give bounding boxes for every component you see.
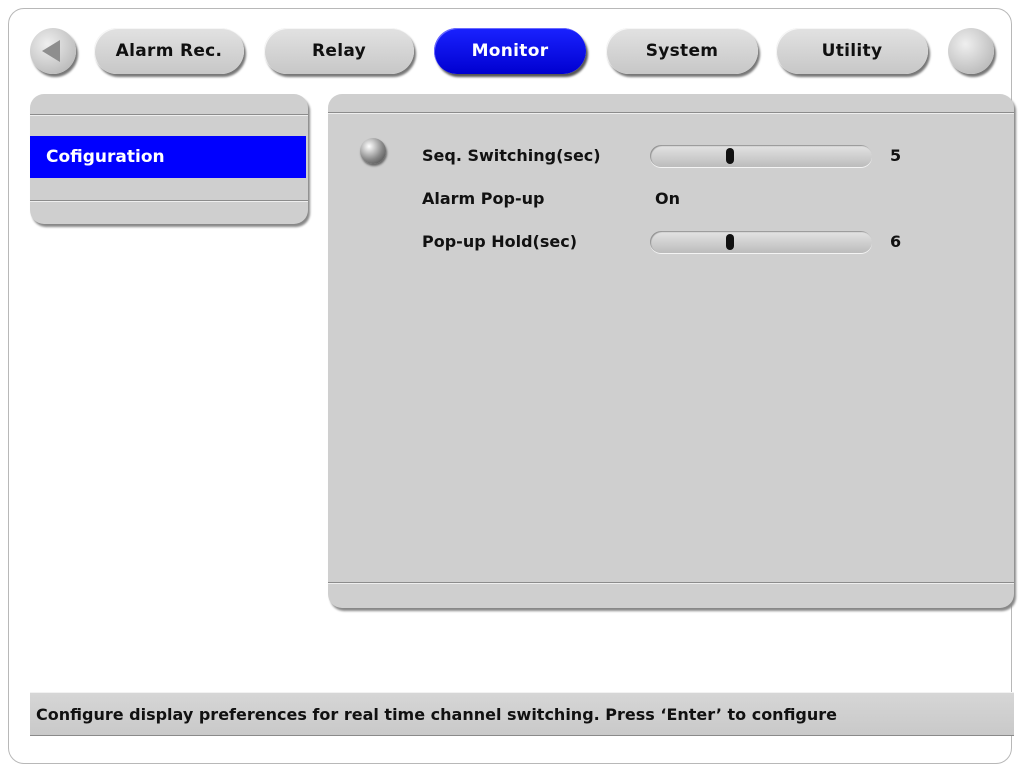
- forward-button[interactable]: [948, 28, 994, 74]
- submenu-panel: Cofiguration: [30, 94, 308, 224]
- divider: [30, 200, 308, 202]
- alarm-popup-value[interactable]: On: [655, 189, 680, 208]
- settings-panel: Seq. Switching(sec) 5 Alarm Pop-up On Po…: [328, 94, 1014, 608]
- divider: [30, 114, 308, 116]
- popup-hold-slider[interactable]: [650, 231, 872, 253]
- tab-utility[interactable]: Utility: [776, 28, 928, 74]
- status-bar: Configure display preferences for real t…: [30, 692, 1014, 736]
- popup-hold-label[interactable]: Pop-up Hold(sec): [422, 232, 577, 251]
- tab-monitor[interactable]: Monitor: [434, 28, 586, 74]
- status-message: Configure display preferences for real t…: [36, 704, 838, 724]
- seq-switching-value: 5: [890, 146, 902, 165]
- popup-hold-value: 6: [890, 232, 902, 251]
- tab-system[interactable]: System: [606, 28, 758, 74]
- selection-bullet-icon: [360, 138, 386, 164]
- menu-item-configuration[interactable]: Cofiguration: [30, 136, 306, 178]
- seq-switching-label[interactable]: Seq. Switching(sec): [422, 146, 601, 165]
- slider-thumb[interactable]: [725, 234, 734, 250]
- back-button[interactable]: [30, 28, 76, 74]
- tab-relay[interactable]: Relay: [264, 28, 414, 74]
- divider: [328, 112, 1014, 114]
- divider: [328, 582, 1014, 584]
- tab-alarm-rec[interactable]: Alarm Rec.: [94, 28, 244, 74]
- seq-switching-slider[interactable]: [650, 145, 872, 167]
- alarm-popup-label[interactable]: Alarm Pop-up: [422, 189, 544, 208]
- slider-thumb[interactable]: [725, 148, 734, 164]
- left-arrow-icon: [42, 40, 60, 62]
